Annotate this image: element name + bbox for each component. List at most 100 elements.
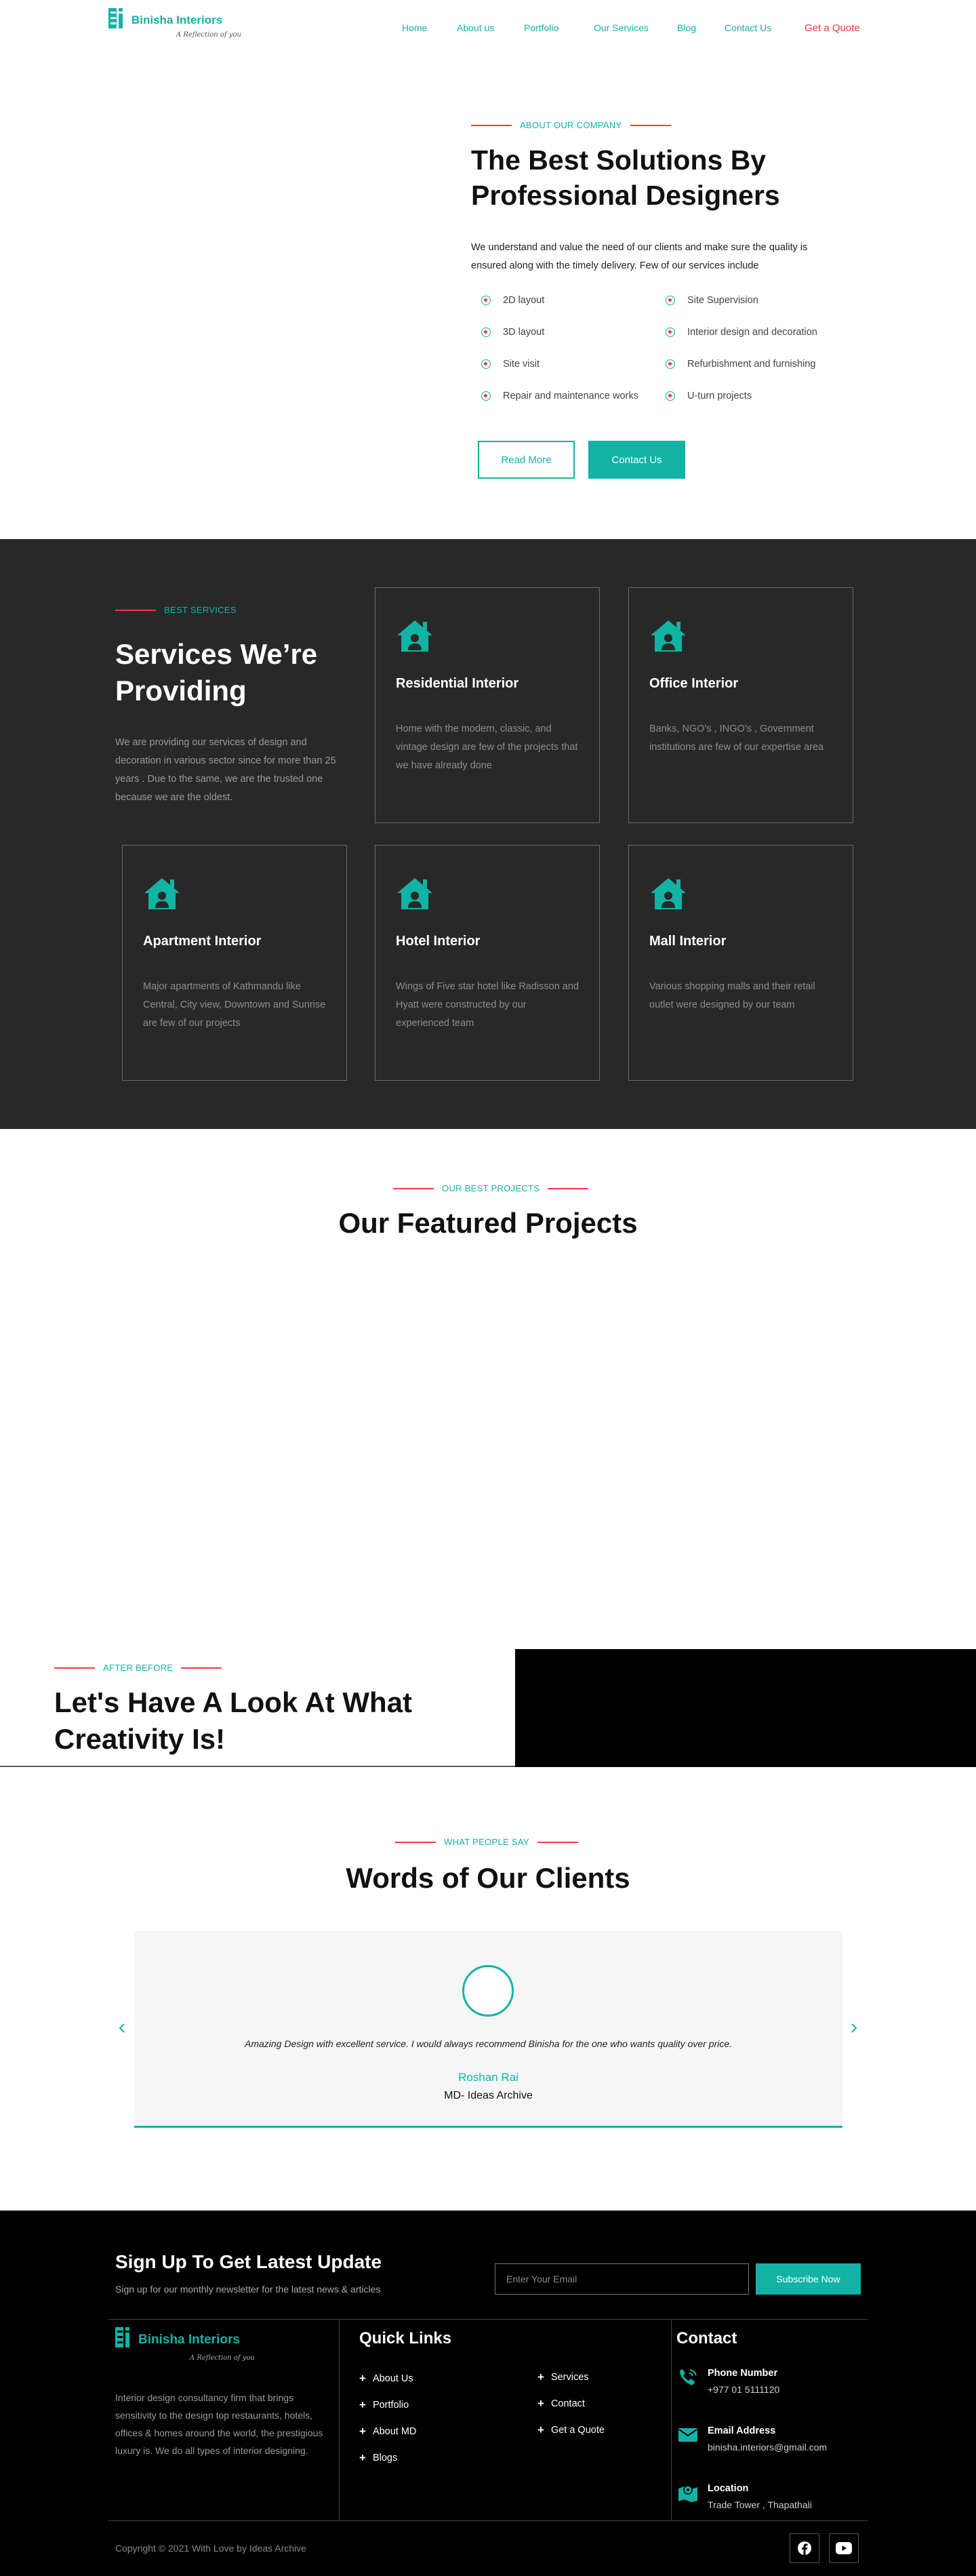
avatar: [462, 1965, 514, 2017]
facebook-glyph: [798, 2541, 811, 2555]
feature-label: Site Supervision: [687, 295, 758, 306]
link-label: Portfolio: [372, 2400, 409, 2411]
testimonial-role: MD- Ideas Archive: [444, 2090, 533, 2101]
youtube-glyph: [836, 2542, 852, 2554]
eyebrow-line-left: [471, 124, 512, 126]
service-card-office[interactable]: Office Interior Banks, NGO’s , INGO’s , …: [628, 587, 853, 823]
service-card-title: Apartment Interior: [143, 934, 262, 949]
plus-icon: +: [359, 2425, 366, 2438]
brand-logo[interactable]: Binisha Interiors A Reflection of you: [108, 7, 241, 45]
radio-dot-icon: [481, 359, 491, 369]
youtube-icon[interactable]: [829, 2533, 859, 2563]
feature-label: U-turn projects: [687, 391, 752, 401]
map-location-icon: [678, 2485, 697, 2502]
feature-item: Repair and maintenance works: [481, 391, 638, 401]
footer-logo[interactable]: Binisha Interiors A Reflection of you: [115, 2326, 255, 2366]
quick-links-title: Quick Links: [359, 2329, 452, 2347]
eyebrow-line-right: [548, 1187, 589, 1189]
feature-label: 3D layout: [503, 327, 545, 338]
service-card-title: Hotel Interior: [396, 934, 481, 949]
site-header: Binisha Interiors A Reflection of you Ho…: [0, 0, 976, 54]
link-label: Blogs: [372, 2453, 398, 2463]
get-a-quote-link[interactable]: Get a Quote: [805, 22, 860, 34]
after-before-eyebrow: AFTER BEFORE: [54, 1663, 222, 1673]
plus-icon: +: [359, 2451, 366, 2464]
eyebrow-line-left: [54, 1667, 95, 1669]
nav-portfolio[interactable]: Portfolio: [524, 22, 558, 33]
feature-item: Site visit: [481, 359, 540, 370]
link-label: Services: [550, 2372, 589, 2383]
nav-about-us[interactable]: About us: [457, 22, 494, 33]
services-eyebrow: BEST SERVICES: [115, 605, 245, 615]
projects-eyebrow: OUR BEST PROJECTS: [393, 1183, 589, 1193]
divider: [0, 1766, 515, 1767]
service-card-desc: Various shopping malls and their retail …: [649, 981, 815, 1010]
footer-link-blogs[interactable]: + Blogs: [359, 2451, 397, 2465]
services-section: BEST SERVICES Services We’re Providing W…: [0, 539, 976, 1129]
newsletter-subtitle: Sign up for our monthly newsletter for t…: [115, 2284, 381, 2295]
contact-label: Phone Number: [708, 2368, 778, 2379]
testimonial-name: Roshan Rai: [458, 2071, 518, 2084]
testimonials-title: Words of Our Clients: [346, 1862, 630, 1894]
service-card-residential[interactable]: Residential Interior Home with the moder…: [375, 587, 600, 823]
footer-link-services[interactable]: + Services: [537, 2371, 589, 2384]
phone-icon: [680, 2369, 697, 2385]
feature-label: Repair and maintenance works: [503, 391, 638, 401]
service-card-hotel[interactable]: Hotel Interior Wings of Five star hotel …: [375, 845, 600, 1081]
subscribe-button[interactable]: Subscribe Now: [756, 2263, 861, 2295]
house-user-icon: [397, 878, 432, 909]
nav-home[interactable]: Home: [402, 22, 427, 33]
nav-contact-us[interactable]: Contact Us: [725, 22, 771, 33]
services-title: Services We’re Providing: [115, 638, 318, 707]
read-more-button[interactable]: Read More: [478, 441, 575, 479]
feature-item: U-turn projects: [666, 391, 752, 401]
newsletter-title: Sign Up To Get Latest Update: [115, 2251, 382, 2272]
services-description: We are providing our services of design …: [115, 737, 336, 803]
feature-item: Refurbishment and furnishing: [666, 359, 815, 370]
contact-value: binisha.interiors@gmail.com: [708, 2442, 828, 2453]
prev-arrow-icon[interactable]: [117, 2023, 127, 2034]
footer-link-contact[interactable]: + Contact: [537, 2397, 585, 2411]
eyebrow-line-right: [537, 1841, 578, 1843]
service-card-title: Mall Interior: [649, 934, 727, 949]
feature-item: 3D layout: [481, 327, 544, 338]
service-card-apartment[interactable]: Apartment Interior Major apartments of K…: [122, 845, 347, 1081]
contact-label: Location: [708, 2483, 749, 2494]
contact-value: +977 01 5111120: [708, 2384, 780, 2395]
eyebrow-line-right: [181, 1667, 222, 1669]
brand-tagline: A Reflection of you: [176, 31, 241, 39]
logo-mark-icon: [108, 8, 123, 28]
service-card-title: Residential Interior: [396, 676, 519, 691]
divider: [339, 2319, 340, 2520]
contact-us-button[interactable]: Contact Us: [588, 441, 685, 479]
link-label: Contact: [550, 2398, 585, 2409]
email-input[interactable]: [495, 2263, 749, 2295]
copyright: Copyright © 2021 With Love by Ideas Arch…: [115, 2543, 306, 2554]
service-card-mall[interactable]: Mall Interior Various shopping malls and…: [628, 845, 853, 1081]
footer-link-get-a-quote[interactable]: + Get a Quote: [537, 2423, 605, 2437]
link-label: About MD: [372, 2426, 417, 2437]
envelope-icon: [678, 2428, 697, 2442]
divider: [671, 2319, 672, 2520]
nav-our-services[interactable]: Our Services: [594, 22, 649, 33]
feature-label: 2D layout: [503, 295, 545, 306]
service-card-desc: Home with the modern, classic, and vinta…: [396, 724, 578, 771]
testimonial-card: Amazing Design with excellent service. I…: [134, 1931, 842, 2128]
about-eyebrow-text: ABOUT OUR COMPANY: [520, 120, 622, 130]
next-arrow-icon[interactable]: [849, 2023, 859, 2034]
after-before-eyebrow-text: AFTER BEFORE: [103, 1663, 174, 1673]
nav-blog[interactable]: Blog: [677, 22, 696, 33]
footer-link-about-us[interactable]: + About Us: [359, 2372, 413, 2385]
testimonials-eyebrow: WHAT PEOPLE SAY: [395, 1837, 578, 1847]
footer-link-about-md[interactable]: + About MD: [359, 2425, 416, 2438]
feature-item: Site Supervision: [666, 295, 758, 306]
brand-tagline: A Reflection of you: [190, 2354, 255, 2362]
service-card-desc: Major apartments of Kathmandu like Centr…: [143, 981, 326, 1029]
before-after-slider[interactable]: [515, 1649, 976, 1767]
contact-title: Contact: [676, 2329, 737, 2347]
facebook-icon[interactable]: [790, 2533, 819, 2563]
after-before-section: AFTER BEFORE Let's Have A Look At What C…: [0, 1649, 976, 1767]
contact-label: Email Address: [708, 2425, 776, 2436]
house-user-icon: [651, 620, 686, 652]
footer-link-portfolio[interactable]: + Portfolio: [359, 2398, 409, 2412]
